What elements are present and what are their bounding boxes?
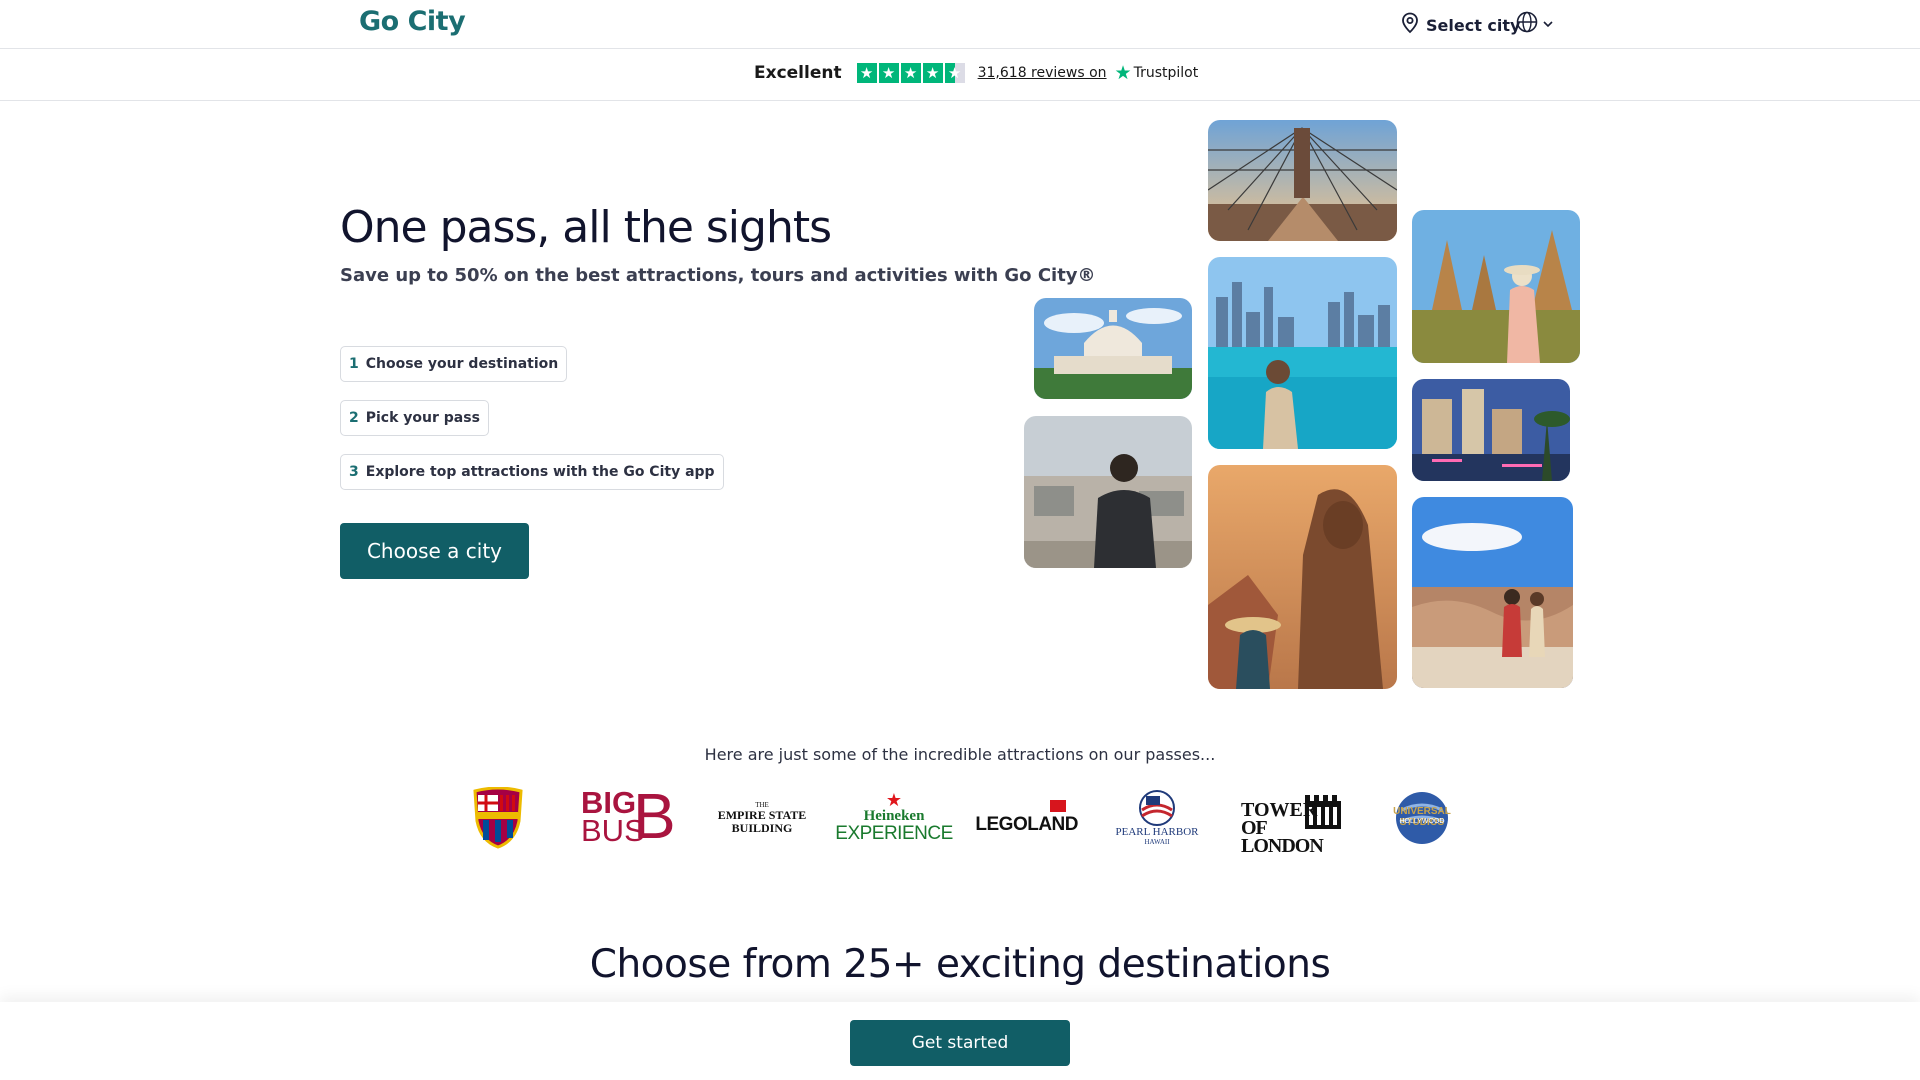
- star-icon: ★: [878, 63, 899, 83]
- big-bus-mark: B: [633, 780, 676, 852]
- heineken-line2: EXPERIENCE: [835, 822, 953, 844]
- get-started-button[interactable]: Get started: [850, 1020, 1070, 1066]
- trustpilot-brand: Trustpilot: [1133, 65, 1199, 81]
- select-city-button[interactable]: Select city: [1400, 12, 1520, 38]
- globe-icon: [1516, 11, 1538, 37]
- hero-title: One pass, all the sights: [340, 202, 832, 253]
- trustpilot-logo: ★ Trustpilot: [1115, 62, 1199, 84]
- pearl-harbor-logo: PEARL HARBOR HAWAII: [1110, 785, 1204, 851]
- pearl-harbor-line1: PEARL HARBOR: [1115, 826, 1199, 838]
- step-number: 3: [349, 464, 359, 480]
- flag-emblem-icon: [1139, 790, 1175, 826]
- sticky-footer: Get started: [0, 1002, 1920, 1080]
- trustpilot-rating-word: Excellent: [754, 63, 842, 83]
- lego-brick-icon: [1050, 800, 1066, 812]
- buddha-temple-photo: [1208, 465, 1397, 689]
- brooklyn-bridge-photo: [1208, 120, 1397, 241]
- heineken-line1: Heineken: [863, 807, 925, 824]
- step-3: 3 Explore top attractions with the Go Ci…: [340, 454, 724, 490]
- hero-subtitle: Save up to 50% on the best attractions, …: [340, 265, 1096, 286]
- empire-state-logo: THE EMPIRE STATE BUILDING: [716, 785, 808, 851]
- destinations-title: Choose from 25+ exciting destinations: [589, 942, 1331, 987]
- trustpilot-reviews-link[interactable]: 31,618 reviews on: [978, 65, 1107, 81]
- step-2: 2 Pick your pass: [340, 400, 489, 436]
- trustpilot-widget[interactable]: Excellent ★ ★ ★ ★ ★ 31,618 reviews on ★ …: [754, 62, 1198, 84]
- tower-line2: OF LONDON: [1241, 817, 1324, 857]
- top-nav: Go City Select city: [0, 0, 1920, 49]
- trustpilot-stars: ★ ★ ★ ★ ★: [856, 63, 965, 83]
- step-label: Pick your pass: [365, 410, 480, 426]
- tower-of-london-logo: TOWER OF LONDON: [1240, 785, 1344, 856]
- trustpilot-star-icon: ★: [1114, 62, 1132, 84]
- red-star-icon: ★: [885, 789, 903, 811]
- legoland-text: LEGOLAND: [975, 814, 1078, 835]
- universal-studios-logo: UNIVERSAL STUDIOS HOLLYWOOD: [1378, 785, 1466, 851]
- location-pin-icon: [1400, 12, 1420, 38]
- grand-canyon-photo: [1412, 497, 1573, 688]
- language-selector[interactable]: [1516, 11, 1554, 37]
- chevron-down-icon: [1542, 15, 1554, 34]
- select-city-label: Select city: [1426, 15, 1521, 35]
- fc-barcelona-logo: [466, 785, 530, 851]
- step-number: 1: [349, 356, 359, 372]
- empire-state-line2: BUILDING: [731, 821, 793, 835]
- las-vegas-photo: [1412, 379, 1570, 481]
- step-label: Choose your destination: [365, 356, 559, 372]
- step-label: Explore top attractions with the Go City…: [365, 464, 715, 480]
- star-icon: ★: [856, 63, 877, 83]
- star-icon: ★: [900, 63, 921, 83]
- pearl-harbor-line2: HAWAII: [1144, 838, 1170, 846]
- legoland-logo: LEGOLAND: [972, 785, 1078, 851]
- step-number: 2: [349, 410, 359, 426]
- chicago-lake-photo: [1208, 257, 1397, 449]
- ayutthaya-temple-photo: [1412, 210, 1580, 363]
- step-1: 1 Choose your destination: [340, 346, 568, 382]
- go-city-logo[interactable]: Go City: [359, 6, 466, 37]
- big-bus-logo: BIG BUS B: [576, 781, 682, 851]
- heineken-logo: ★ Heineken EXPERIENCE: [835, 785, 953, 851]
- us-capitol-photo: [1034, 298, 1192, 399]
- choose-city-button[interactable]: Choose a city: [340, 523, 529, 579]
- barcelona-selfie-photo: [1024, 416, 1192, 568]
- half-star-icon: ★: [944, 63, 965, 83]
- attractions-intro: Here are just some of the incredible att…: [704, 745, 1216, 764]
- star-icon: ★: [922, 63, 943, 83]
- universal-line2: HOLLYWOOD: [1399, 818, 1445, 825]
